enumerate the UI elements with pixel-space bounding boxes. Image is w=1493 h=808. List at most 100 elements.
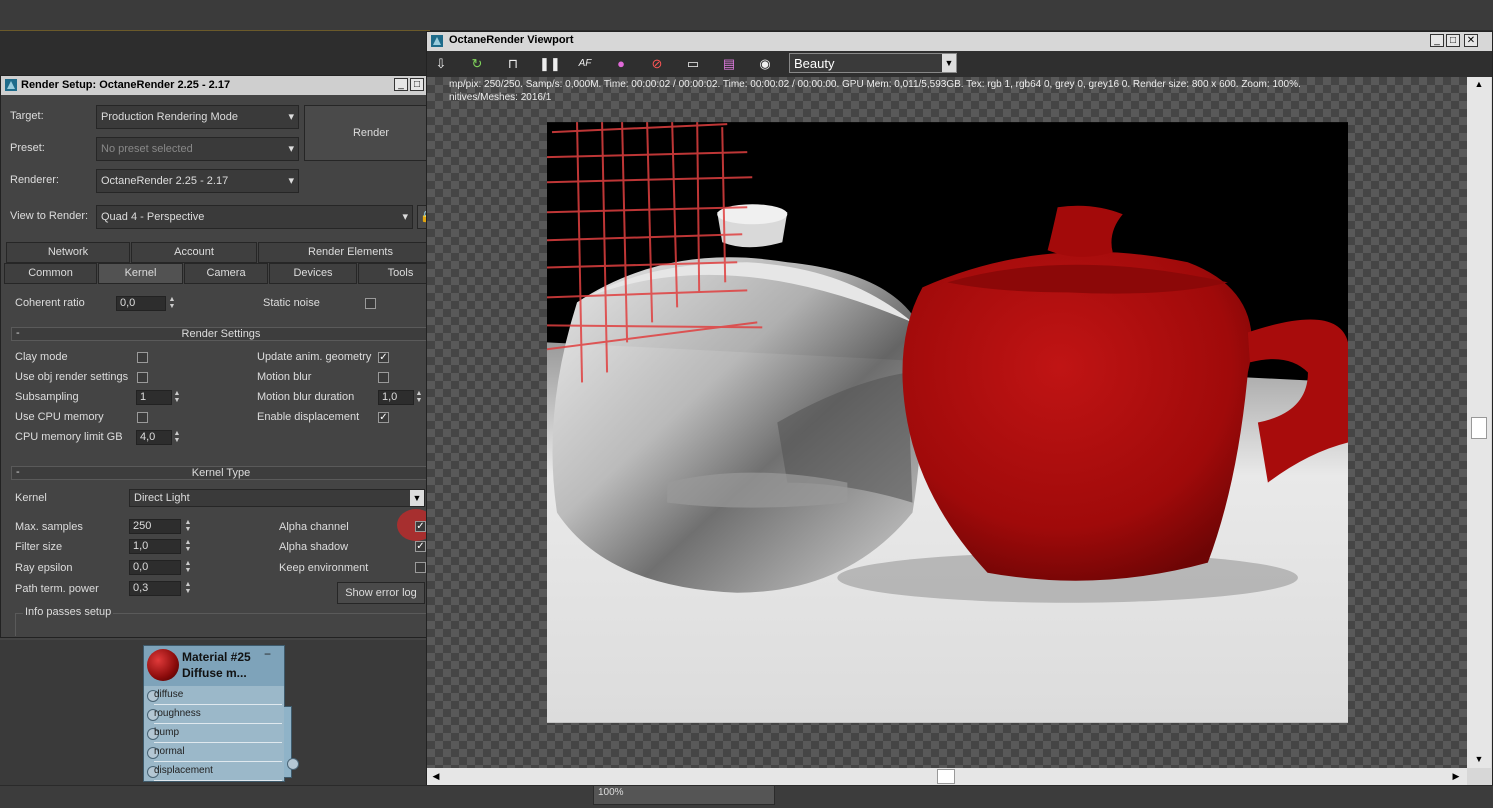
spinner-arrows-icon[interactable]: ▲ ▼ xyxy=(172,430,182,445)
renderer-label: Renderer: xyxy=(10,174,59,186)
renderer-dropdown[interactable]: OctaneRender 2.25 - 2.17 ▾ xyxy=(96,169,299,193)
filter-size-field[interactable]: 1,0 xyxy=(129,539,181,554)
lock-icon[interactable]: ⊓ xyxy=(503,54,523,74)
max-samples-field[interactable]: 250 xyxy=(129,519,181,534)
rendered-image xyxy=(547,122,1348,723)
scroll-left-icon[interactable]: ◀ xyxy=(429,769,443,783)
chevron-down-icon: ▾ xyxy=(402,211,408,223)
alpha-channel-checkbox[interactable]: ✓ xyxy=(415,521,426,532)
film-icon[interactable]: ▤ xyxy=(719,54,739,74)
scrollbar-thumb[interactable] xyxy=(1471,417,1487,439)
subsampling-label: Subsampling xyxy=(15,391,79,403)
render-button[interactable]: Render xyxy=(304,105,438,161)
viewport-titlebar[interactable]: OctaneRender Viewport _ □ ✕ xyxy=(427,32,1492,50)
spinner-arrows-icon[interactable]: ▲ ▼ xyxy=(183,581,193,596)
motion-blur-checkbox[interactable] xyxy=(378,372,389,383)
tab-common[interactable]: Common xyxy=(4,263,97,284)
maximize-button[interactable]: □ xyxy=(1446,34,1460,47)
spinner-arrows-icon[interactable]: ▲ ▼ xyxy=(183,560,193,575)
tab-render-elements[interactable]: Render Elements xyxy=(258,242,443,263)
render-setup-window: Render Setup: OctaneRender 2.25 - 2.17 _… xyxy=(0,75,446,706)
material-node-header[interactable]: Material #25 Diffuse m... − xyxy=(144,646,284,686)
render-setup-titlebar[interactable]: Render Setup: OctaneRender 2.25 - 2.17 _… xyxy=(1,76,445,95)
show-error-log-button[interactable]: Show error log xyxy=(337,582,425,604)
zoom-level: 100% xyxy=(598,787,624,798)
alpha-channel-label: Alpha channel xyxy=(279,521,349,533)
scrollbar-thumb[interactable] xyxy=(937,769,955,784)
zoom-toolbar[interactable]: 100% xyxy=(593,785,775,805)
use-cpu-memory-label: Use CPU memory xyxy=(15,411,104,423)
save-icon[interactable]: ⇩ xyxy=(431,54,451,74)
spinner-arrows-icon[interactable]: ▲ ▼ xyxy=(167,296,177,311)
coherent-ratio-field[interactable]: 0,0 xyxy=(116,296,166,311)
af-icon[interactable]: AF xyxy=(575,54,595,74)
monitor-icon[interactable]: ▭ xyxy=(683,54,703,74)
node-slot-bump[interactable]: bump xyxy=(147,725,282,743)
chevron-down-icon: ▾ xyxy=(288,143,294,155)
clay-mode-label: Clay mode xyxy=(15,351,68,363)
use-obj-render-settings-checkbox[interactable] xyxy=(137,372,148,383)
ray-epsilon-field[interactable]: 0,0 xyxy=(129,560,181,575)
alpha-shadow-checkbox[interactable]: ✓ xyxy=(415,541,426,552)
kernel-type-rollout[interactable]: - Kernel Type xyxy=(11,466,431,480)
output-socket[interactable] xyxy=(287,758,299,770)
close-button[interactable]: ✕ xyxy=(1464,34,1478,47)
pause-icon[interactable]: ❚❚ xyxy=(539,54,561,74)
motion-blur-duration-field[interactable]: 1,0 xyxy=(378,390,414,405)
refresh-icon[interactable]: ↻ xyxy=(467,54,487,74)
no-icon[interactable]: ⊘ xyxy=(647,54,667,74)
viewport-vertical-scrollbar[interactable]: ▲ ▼ xyxy=(1467,77,1491,768)
spinner-arrows-icon[interactable]: ▲ ▼ xyxy=(183,539,193,554)
kernel-dropdown[interactable]: Direct Light ▼ xyxy=(129,489,425,507)
render-pass-dropdown[interactable]: Beauty ▼ xyxy=(789,53,957,73)
target-dropdown[interactable]: Production Rendering Mode ▾ xyxy=(96,105,299,129)
render-canvas[interactable]: mp/pix: 250/250. Samp/s: 0,000M. Time: 0… xyxy=(427,77,1467,768)
3dsmax-logo-icon xyxy=(5,79,17,91)
tab-account[interactable]: Account xyxy=(131,242,257,263)
tab-network[interactable]: Network xyxy=(6,242,130,263)
use-cpu-memory-checkbox[interactable] xyxy=(137,412,148,423)
scroll-up-icon[interactable]: ▲ xyxy=(1472,77,1486,91)
scroll-right-icon[interactable]: ▶ xyxy=(1449,769,1463,783)
node-slot-normal[interactable]: normal xyxy=(147,744,282,762)
static-noise-checkbox[interactable] xyxy=(365,298,376,309)
spinner-arrows-icon[interactable]: ▲ ▼ xyxy=(183,519,193,534)
material-node-name: Material #25 xyxy=(182,650,251,664)
node-slot-roughness[interactable]: roughness xyxy=(147,706,282,724)
viewport-horizontal-scrollbar[interactable]: ◀ ▶ xyxy=(427,768,1467,785)
color-icon[interactable]: ● xyxy=(611,54,631,74)
node-slot-diffuse[interactable]: diffuse xyxy=(147,687,282,705)
update-anim-geometry-checkbox[interactable]: ✓ xyxy=(378,352,389,363)
render-stats-line: mp/pix: 250/250. Samp/s: 0,000M. Time: 0… xyxy=(449,79,1301,90)
enable-displacement-checkbox[interactable]: ✓ xyxy=(378,412,389,423)
camera-icon[interactable]: ◉ xyxy=(755,54,775,74)
material-node[interactable]: Material #25 Diffuse m... − diffuse roug… xyxy=(143,645,299,782)
maximize-button[interactable]: □ xyxy=(410,78,424,91)
minimize-button[interactable]: _ xyxy=(1430,34,1444,47)
render-settings-rollout[interactable]: - Render Settings xyxy=(11,327,431,341)
path-term-power-field[interactable]: 0,3 xyxy=(129,581,181,596)
material-preview-sphere xyxy=(147,649,179,681)
chevron-down-icon: ▾ xyxy=(288,111,294,123)
top-toolbar-strip xyxy=(0,0,1493,31)
view-to-render-dropdown[interactable]: Quad 4 - Perspective ▾ xyxy=(96,205,413,229)
cpu-memory-limit-field[interactable]: 4,0 xyxy=(136,430,172,445)
motion-blur-duration-label: Motion blur duration xyxy=(257,391,355,403)
preset-dropdown[interactable]: No preset selected ▾ xyxy=(96,137,299,161)
spinner-arrows-icon[interactable]: ▲ ▼ xyxy=(172,390,182,405)
tab-kernel[interactable]: Kernel xyxy=(98,263,183,284)
keep-environment-checkbox[interactable] xyxy=(415,562,426,573)
tab-camera[interactable]: Camera xyxy=(184,263,268,284)
clay-mode-checkbox[interactable] xyxy=(137,352,148,363)
subsampling-field[interactable]: 1 xyxy=(136,390,172,405)
tab-devices[interactable]: Devices xyxy=(269,263,357,284)
ray-epsilon-label: Ray epsilon xyxy=(15,562,73,574)
minimize-button[interactable]: _ xyxy=(394,78,408,91)
node-slot-displacement[interactable]: displacement xyxy=(147,763,282,781)
spinner-arrows-icon[interactable]: ▲ ▼ xyxy=(414,390,424,405)
node-collapse-button[interactable]: − xyxy=(264,647,271,661)
enable-displacement-label: Enable displacement xyxy=(257,411,360,423)
max-samples-label: Max. samples xyxy=(15,521,83,533)
scroll-down-icon[interactable]: ▼ xyxy=(1472,752,1486,766)
motion-blur-label: Motion blur xyxy=(257,371,312,383)
